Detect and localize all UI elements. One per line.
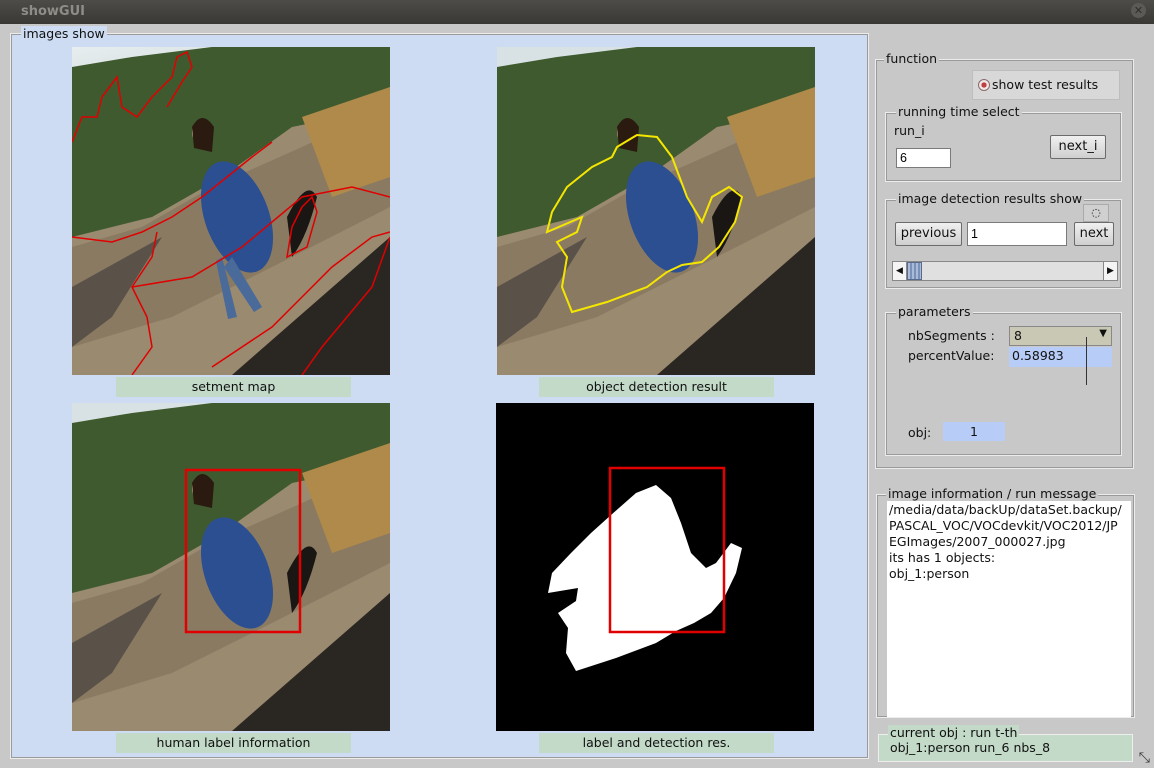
running-time-panel: running time select run_i next_i	[885, 104, 1122, 182]
running-time-label: running time select	[896, 104, 1022, 119]
next-i-button[interactable]: next_i	[1050, 135, 1106, 159]
segment-map-image	[72, 47, 390, 375]
info-line: obj_1:person	[889, 566, 970, 581]
slider-left-arrow-icon[interactable]: ◀	[893, 262, 907, 280]
parameter-divider	[1086, 337, 1087, 385]
image-info-label: image information / run message	[886, 486, 1099, 501]
obj-field[interactable]: 1	[943, 422, 1005, 441]
slider-thumb[interactable]	[907, 262, 922, 280]
info-line: PASCAL_VOC/VOCdevkit/VOC2012/JP	[889, 518, 1118, 533]
obj-label: obj:	[908, 425, 932, 440]
object-detection-caption: object detection result	[539, 377, 774, 397]
info-line: its has 1 objects:	[889, 550, 996, 565]
slider-right-arrow-icon[interactable]: ▶	[1103, 262, 1117, 280]
images-show-panel: images show setment map object detection…	[10, 26, 869, 759]
human-label-caption: human label information	[116, 733, 351, 753]
window-title: showGUI	[21, 4, 85, 19]
info-line: EGImages/2007_000027.jpg	[889, 534, 1066, 549]
detection-slider[interactable]: ◀ ▶	[892, 261, 1118, 281]
percent-value-text: 0.58983	[1012, 348, 1064, 363]
current-obj-label: current obj : run t-th	[888, 725, 1020, 740]
nb-segments-select[interactable]: 8 ▼	[1009, 326, 1112, 346]
info-line: /media/data/backUp/dataSet.backup/	[889, 502, 1122, 517]
current-obj-value: obj_1:person run_6 nbs_8	[890, 740, 1051, 755]
run-i-label: run_i	[894, 123, 925, 138]
run-i-input[interactable]	[896, 148, 951, 168]
percent-value-label: percentValue:	[908, 348, 995, 363]
close-icon[interactable]: ✕	[1131, 3, 1146, 18]
label-detection-caption: label and detection res.	[539, 733, 774, 753]
spinner-icon: ◌	[1083, 204, 1109, 222]
image-info-text-area[interactable]: /media/data/backUp/dataSet.backup/ PASCA…	[887, 501, 1131, 717]
object-detection-image	[497, 47, 815, 375]
percent-value-field[interactable]: 0.58983	[1009, 347, 1112, 367]
function-label: function	[884, 51, 940, 66]
chevron-down-icon[interactable]: ▼	[1099, 328, 1107, 339]
image-info-panel: image information / run message /media/d…	[876, 486, 1135, 718]
radio-icon[interactable]	[978, 79, 990, 91]
images-show-label: images show	[21, 26, 107, 41]
function-panel: function show test results running time …	[875, 51, 1134, 469]
label-detection-image	[496, 403, 814, 731]
previous-button[interactable]: previous	[895, 222, 962, 246]
human-label-image	[72, 403, 390, 731]
title-bar: showGUI ✕	[0, 0, 1154, 24]
obj-value: 1	[970, 424, 978, 439]
next-button[interactable]: next	[1074, 222, 1114, 246]
show-test-results-label: show test results	[992, 77, 1099, 92]
detection-index-input[interactable]	[967, 222, 1067, 246]
detection-results-label: image detection results show	[896, 191, 1085, 206]
resize-grip-icon[interactable]: ⤡	[1139, 750, 1150, 766]
segment-map-caption: setment map	[116, 377, 351, 397]
parameters-label: parameters	[896, 304, 973, 319]
nb-segments-label: nbSegments :	[908, 328, 995, 343]
current-obj-panel: current obj : run t-th obj_1:person run_…	[878, 725, 1133, 762]
parameters-panel: parameters nbSegments : 8 ▼ percentValue…	[885, 304, 1122, 456]
show-test-results-toggle[interactable]: show test results	[972, 70, 1120, 100]
detection-results-panel: image detection results show ◌ previous …	[885, 191, 1122, 289]
nb-segments-value: 8	[1014, 328, 1022, 343]
